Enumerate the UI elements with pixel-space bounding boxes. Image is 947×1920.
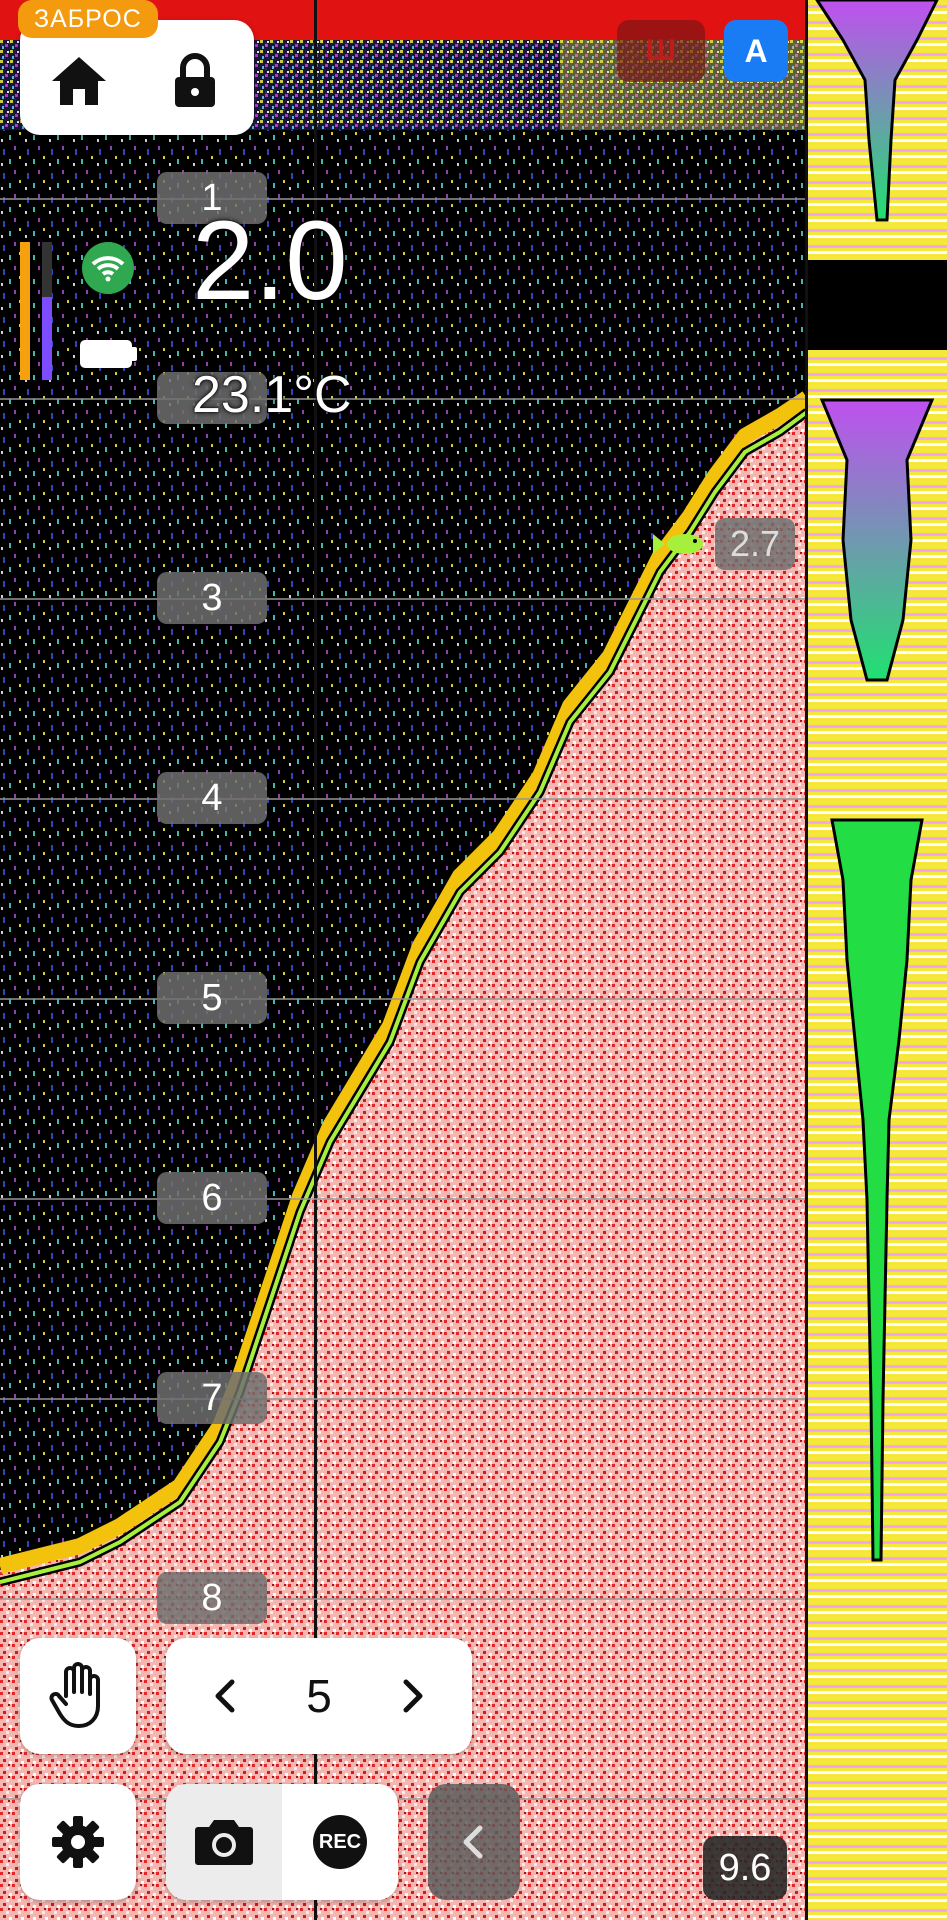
- capture-controls: REC: [166, 1784, 398, 1900]
- pan-mode-button[interactable]: [20, 1638, 136, 1754]
- range-depth-label: 9.6: [703, 1836, 787, 1900]
- signal-bar: [42, 297, 52, 380]
- depth-scale-label: 8: [157, 1572, 267, 1624]
- current-depth: 2.0: [192, 198, 348, 323]
- depth-line: [0, 1598, 805, 1600]
- collapse-panel-button[interactable]: [428, 1784, 520, 1900]
- fish-depth-label: 2.7: [715, 518, 795, 570]
- record-label: REC: [318, 1831, 362, 1853]
- mode-sh-button[interactable]: Ш: [617, 20, 705, 82]
- depth-line: [0, 998, 805, 1000]
- mode-a-button[interactable]: A: [724, 20, 788, 82]
- chevron-left-icon: [463, 1825, 483, 1859]
- depth-scale-label: 5: [157, 972, 267, 1024]
- record-button[interactable]: REC: [282, 1784, 398, 1900]
- battery-tip: [132, 347, 137, 361]
- gear-icon: [52, 1816, 104, 1868]
- home-icon: [52, 57, 106, 105]
- depth-scale-label: 3: [157, 572, 267, 624]
- settings-button[interactable]: [20, 1784, 136, 1900]
- depth-line: [0, 398, 805, 400]
- water-temperature: 23.1°C: [192, 366, 352, 424]
- depth-line: [0, 598, 805, 600]
- flasher-column: [807, 0, 947, 1920]
- depth-line: [0, 798, 805, 800]
- depth-scale-label: 7: [157, 1372, 267, 1424]
- wifi-status: [82, 242, 134, 294]
- wifi-icon: [91, 256, 125, 282]
- screenshot-button[interactable]: [166, 1784, 282, 1900]
- camera-icon: [195, 1820, 253, 1865]
- zoom-control: 5: [166, 1638, 472, 1754]
- depth-scale-label: 4: [157, 772, 267, 824]
- depth-line: [0, 198, 805, 200]
- chevron-left-icon[interactable]: [202, 1672, 250, 1720]
- lock-icon: [175, 53, 215, 107]
- cast-mode-badge[interactable]: ЗАБРОС: [18, 0, 158, 38]
- depth-line: [0, 1398, 805, 1400]
- lock-button[interactable]: [156, 42, 234, 120]
- home-button[interactable]: [40, 42, 118, 120]
- battery-icon: [80, 340, 132, 368]
- depth-line: [0, 1198, 805, 1200]
- hand-icon: [49, 1662, 100, 1728]
- depth-scale-label: 6: [157, 1172, 267, 1224]
- flasher-divider: [805, 0, 808, 1920]
- zoom-value: 5: [306, 1670, 332, 1722]
- sensitivity-bar: [20, 242, 30, 380]
- chevron-right-icon[interactable]: [388, 1672, 436, 1720]
